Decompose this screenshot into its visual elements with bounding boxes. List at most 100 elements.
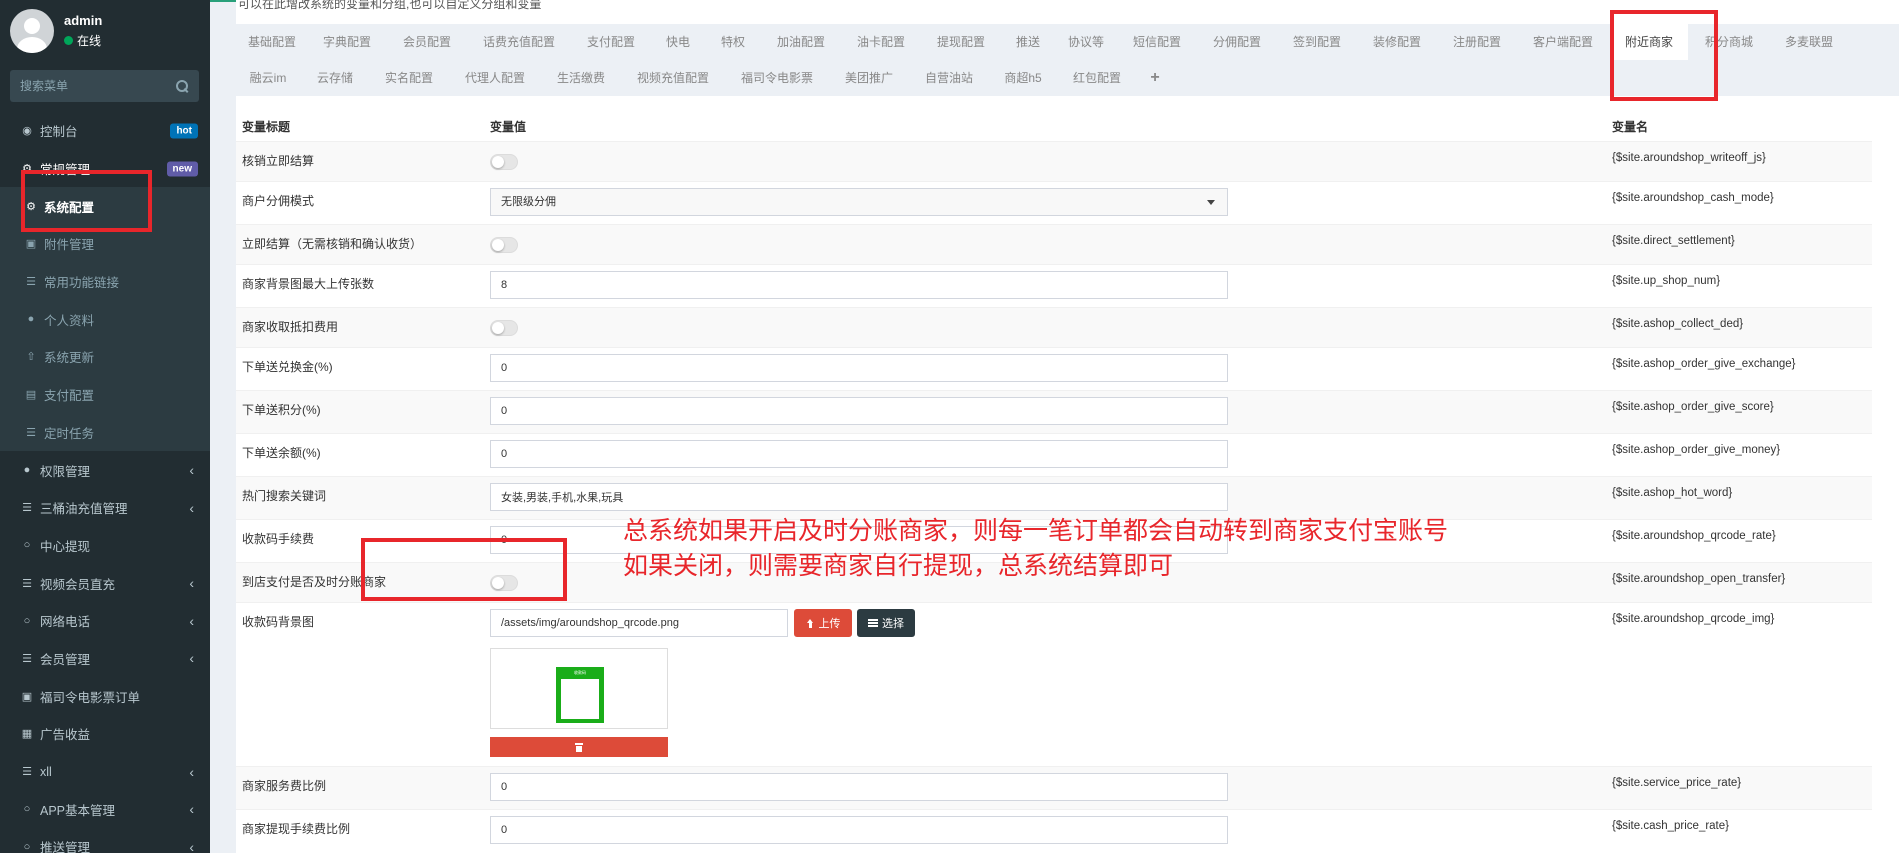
variable-name: {$site.service_price_rate}: [1612, 777, 1742, 789]
tab-privileges[interactable]: 特权: [706, 24, 760, 60]
qrcode-image-preview[interactable]: 收款码: [490, 648, 668, 729]
variable-name: {$site.aroundshop_open_transfer}: [1612, 573, 1786, 585]
sidebar-item-label: 系统更新: [44, 351, 95, 366]
delete-image-button[interactable]: [490, 737, 668, 757]
tab-duomai[interactable]: 多麦联盟: [1770, 24, 1848, 60]
tab-withdrawal[interactable]: 提现配置: [922, 24, 1000, 60]
credit-card-icon: ▤: [25, 389, 37, 402]
gear-icon: ⚙: [26, 200, 36, 213]
sidebar-item-label: 定时任务: [44, 426, 95, 441]
tab-rongyun-im[interactable]: 融云im: [236, 60, 300, 96]
sidebar-item-push[interactable]: ○ 推送管理 ‹: [0, 828, 210, 853]
annotation-line-2: 如果关闭，则需要商家自行提现，总系统结算即可: [623, 551, 1174, 580]
sidebar-item-app-basic[interactable]: ○ APP基本管理 ‹: [0, 790, 210, 828]
sidebar-item-network-phone[interactable]: ○ 网络电话 ‹: [0, 602, 210, 640]
sidebar-item-label: 推送管理: [40, 841, 91, 853]
upload-button-label: 上传: [818, 618, 841, 630]
direct-settlement-toggle[interactable]: [490, 237, 518, 253]
file-icon: ▣: [21, 690, 33, 703]
variable-name: {$site.ashop_hot_word}: [1612, 487, 1733, 499]
tab-red-packet[interactable]: 红包配置: [1058, 60, 1136, 96]
sidebar-item-withdrawals[interactable]: ○ 中心提现: [0, 527, 210, 565]
tab-basic[interactable]: 基础配置: [236, 24, 306, 60]
sidebar-item-system-config[interactable]: ⚙ 系统配置: [0, 187, 210, 226]
tab-agent[interactable]: 代理人配置: [450, 60, 540, 96]
give-money-input[interactable]: [490, 440, 1228, 468]
tab-dictionary[interactable]: 字典配置: [308, 24, 386, 60]
online-status-dot-icon: [64, 36, 73, 45]
tab-self-gas-station[interactable]: 自营油站: [910, 60, 988, 96]
tab-commission[interactable]: 分佣配置: [1198, 24, 1276, 60]
max-upload-count-input[interactable]: [490, 271, 1228, 299]
menu-search-input[interactable]: [20, 79, 175, 93]
tab-payment[interactable]: 支付配置: [572, 24, 650, 60]
sidebar-item-oil-recharge[interactable]: ☰ 三桶油充值管理 ‹: [0, 489, 210, 527]
variable-title: 商户分佣模式: [242, 194, 315, 208]
tab-fast-electric[interactable]: 快电: [652, 24, 704, 60]
tab-registration[interactable]: 注册配置: [1438, 24, 1516, 60]
upload-icon: [806, 618, 815, 628]
tab-movie-tickets[interactable]: 福司令电影票: [726, 60, 828, 96]
annotation-text: 总系统如果开启及时分账商家，则每一笔订单都会自动转到商家支付宝账号 如果关闭，则…: [623, 513, 1448, 583]
tab-points-mall[interactable]: 积分商城: [1690, 24, 1768, 60]
sidebar-item-permissions[interactable]: ● 权限管理 ‹: [0, 451, 210, 489]
chevron-left-icon: ‹: [189, 763, 194, 780]
tab-decoration[interactable]: 装修配置: [1358, 24, 1436, 60]
sidebar-item-common-links[interactable]: ☰ 常用功能链接: [0, 262, 210, 301]
search-icon[interactable]: [175, 79, 189, 93]
column-header-value: 变量值: [490, 120, 527, 134]
tab-video-recharge[interactable]: 视频充值配置: [622, 60, 724, 96]
tab-real-name[interactable]: 实名配置: [370, 60, 448, 96]
qrcode-card-thumbnail: 收款码: [556, 667, 604, 723]
avatar[interactable]: [10, 9, 54, 53]
sidebar-item-members[interactable]: ☰ 会员管理 ‹: [0, 640, 210, 678]
qrcode-image-path-input[interactable]: [490, 609, 788, 637]
upload-button[interactable]: 上传: [794, 609, 852, 637]
cash-fee-rate-input[interactable]: [490, 816, 1228, 844]
sidebar-item-label: 常用功能链接: [44, 276, 120, 291]
sidebar-item-scheduled-tasks[interactable]: ☰ 定时任务: [0, 413, 210, 452]
choose-button[interactable]: 选择: [857, 609, 915, 637]
sidebar-item-payment-config[interactable]: ▤ 支付配置: [0, 375, 210, 414]
sidebar-item-xll[interactable]: ☰ xll ‹: [0, 753, 210, 791]
list-icon: ☰: [26, 276, 36, 289]
tab-meituan[interactable]: 美团推广: [830, 60, 908, 96]
open-transfer-toggle[interactable]: [490, 575, 518, 591]
tab-supermarket-h5[interactable]: 商超h5: [990, 60, 1056, 96]
tab-sms[interactable]: 短信配置: [1118, 24, 1196, 60]
writeoff-settle-toggle[interactable]: [490, 154, 518, 170]
tab-push[interactable]: 推送: [1002, 24, 1054, 60]
tab-client[interactable]: 客户端配置: [1518, 24, 1608, 60]
add-tab-button[interactable]: +: [1138, 60, 1172, 96]
give-score-input[interactable]: [490, 397, 1228, 425]
tab-cloud-storage[interactable]: 云存储: [302, 60, 368, 96]
sidebar-item-movie-orders[interactable]: ▣ 福司令电影票订单: [0, 677, 210, 715]
new-badge: new: [166, 161, 198, 177]
tab-nearby-merchants[interactable]: 附近商家: [1610, 24, 1688, 60]
chevron-left-icon: ‹: [189, 650, 194, 667]
sidebar-item-dashboard[interactable]: ◉ 控制台 hot: [0, 112, 210, 150]
sidebar-item-attachments[interactable]: ▣ 附件管理: [0, 225, 210, 263]
tab-phone-recharge[interactable]: 话费充值配置: [468, 24, 570, 60]
sidebar-item-general[interactable]: ⚙ 常规管理 new: [0, 150, 210, 188]
tab-fuel-card[interactable]: 油卡配置: [842, 24, 920, 60]
service-fee-rate-input[interactable]: [490, 773, 1228, 801]
tab-checkin[interactable]: 签到配置: [1278, 24, 1356, 60]
sidebar-item-profile[interactable]: ● 个人资料: [0, 300, 210, 339]
tab-fuel[interactable]: 加油配置: [762, 24, 840, 60]
variable-title: 到店支付是否及时分账商家: [242, 575, 387, 589]
collect-deduction-toggle[interactable]: [490, 320, 518, 336]
sidebar-item-ad-revenue[interactable]: ▦ 广告收益: [0, 715, 210, 753]
commission-mode-select[interactable]: 无限级分佣: [490, 188, 1228, 216]
hot-keywords-input[interactable]: [490, 483, 1228, 511]
annotation-line-1: 总系统如果开启及时分账商家，则每一笔订单都会自动转到商家支付宝账号: [623, 516, 1449, 545]
tab-utilities[interactable]: 生活缴费: [542, 60, 620, 96]
sidebar-item-label: 中心提现: [40, 539, 91, 554]
sidebar-item-video-vip[interactable]: ☰ 视频会员直充 ‹: [0, 564, 210, 602]
select-value: 无限级分佣: [501, 196, 556, 208]
tab-member[interactable]: 会员配置: [388, 24, 466, 60]
give-exchange-input[interactable]: [490, 354, 1228, 382]
tab-agreements[interactable]: 协议等: [1056, 24, 1116, 60]
file-image-icon: ▣: [25, 238, 37, 251]
sidebar-item-system-update[interactable]: ⇧ 系统更新: [0, 338, 210, 376]
